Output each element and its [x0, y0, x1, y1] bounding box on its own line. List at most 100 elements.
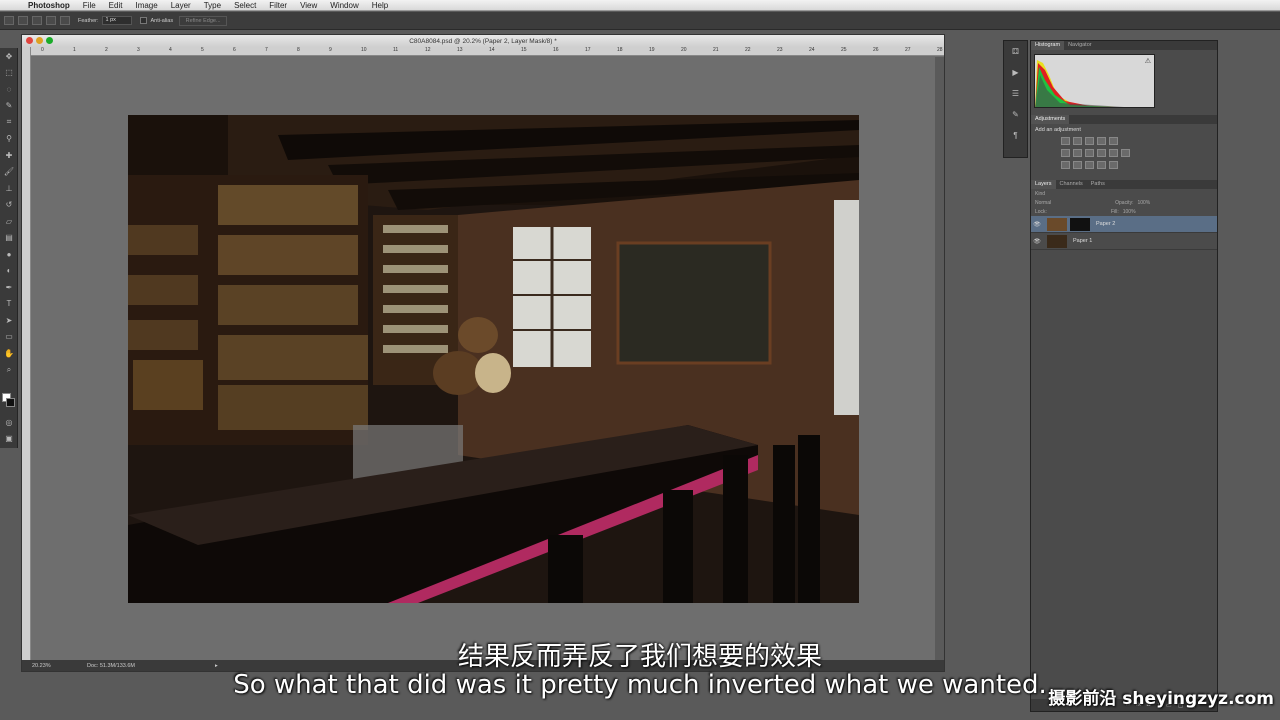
menu-filter[interactable]: Filter [269, 1, 287, 10]
lasso-tool-icon[interactable]: ◌ [0, 81, 18, 98]
kind-filter-select[interactable]: Kind [1035, 191, 1045, 197]
vertical-scrollbar[interactable] [935, 57, 944, 661]
collapsed-panel-strip: ⚃ ▶ ☰ ✎ ¶ [1003, 40, 1028, 158]
exposure-icon[interactable] [1097, 137, 1106, 145]
tab-adjustments[interactable]: Adjustments [1031, 115, 1070, 124]
layer-thumbnail[interactable] [1047, 234, 1067, 248]
zoom-window-button[interactable] [46, 37, 53, 44]
bar-photo[interactable] [128, 115, 859, 603]
add-selection-icon[interactable] [32, 16, 42, 25]
quick-select-tool-icon[interactable]: ✎ [0, 98, 18, 115]
hue-saturation-icon[interactable] [1061, 149, 1070, 157]
ruler-tick-label: 7 [265, 47, 268, 53]
threshold-icon[interactable] [1085, 161, 1094, 169]
tab-layers[interactable]: Layers [1031, 180, 1056, 189]
menu-help[interactable]: Help [372, 1, 388, 10]
actions-panel-icon[interactable]: ▶ [1004, 62, 1027, 83]
stamp-tool-icon[interactable]: ⊥ [0, 180, 18, 197]
background-color-swatch[interactable] [6, 398, 15, 407]
brush-tool-icon[interactable]: 🖌 [0, 164, 18, 181]
minimize-window-button[interactable] [36, 37, 43, 44]
warning-icon[interactable]: ⚠ [1145, 57, 1151, 65]
posterize-icon[interactable] [1073, 161, 1082, 169]
vibrance-icon[interactable] [1109, 137, 1118, 145]
ruler-tick-label: 25 [841, 47, 847, 53]
layer-thumbnail[interactable] [1047, 217, 1067, 231]
paragraph-panel-icon[interactable]: ¶ [1004, 125, 1027, 146]
ruler-tick-label: 27 [905, 47, 911, 53]
blur-tool-icon[interactable]: ● [0, 246, 18, 263]
menu-file[interactable]: File [83, 1, 96, 10]
color-balance-icon[interactable] [1073, 149, 1082, 157]
path-select-tool-icon[interactable]: ➤ [0, 312, 18, 329]
ruler-tick-label: 12 [425, 47, 431, 53]
layer-row[interactable]: 👁 Paper 1 [1031, 233, 1217, 250]
tab-navigator[interactable]: Navigator [1064, 41, 1096, 50]
tab-paths[interactable]: Paths [1087, 180, 1109, 189]
layer-mask-thumbnail[interactable] [1070, 217, 1090, 231]
menu-select[interactable]: Select [234, 1, 256, 10]
opacity-input[interactable]: 100% [1137, 200, 1150, 206]
layer-row[interactable]: 👁 Paper 2 [1031, 216, 1217, 233]
refine-edge-button[interactable]: Refine Edge... [179, 15, 228, 26]
invert-icon[interactable] [1061, 161, 1070, 169]
marquee-tool-icon[interactable]: ⬚ [0, 65, 18, 82]
lasso-preset-icon[interactable] [4, 16, 14, 25]
shape-tool-icon[interactable]: ▭ [0, 329, 18, 346]
eyedropper-tool-icon[interactable]: ⚲ [0, 131, 18, 148]
menu-type[interactable]: Type [204, 1, 221, 10]
menu-edit[interactable]: Edit [109, 1, 123, 10]
close-window-button[interactable] [26, 37, 33, 44]
menu-view[interactable]: View [300, 1, 317, 10]
brightness-icon[interactable] [1061, 137, 1070, 145]
history-panel-icon[interactable]: ⚃ [1004, 41, 1027, 62]
antialias-checkbox[interactable] [140, 17, 148, 24]
ruler-tick-label: 4 [169, 47, 172, 53]
curves-icon[interactable] [1085, 137, 1094, 145]
feather-input[interactable]: 1 px [102, 16, 133, 25]
color-lookup-icon[interactable] [1121, 149, 1130, 157]
new-selection-icon[interactable] [18, 16, 28, 25]
gradient-tool-icon[interactable]: ▤ [0, 230, 18, 247]
document-title-bar[interactable]: C80A8084.psd @ 20.2% (Paper 2, Layer Mas… [22, 35, 944, 47]
eraser-tool-icon[interactable]: ▱ [0, 213, 18, 230]
gradient-map-icon[interactable] [1097, 161, 1106, 169]
subtract-selection-icon[interactable] [46, 16, 56, 25]
layer-name[interactable]: Paper 1 [1073, 238, 1092, 244]
healing-tool-icon[interactable]: ✚ [0, 147, 18, 164]
pen-tool-icon[interactable]: ✒ [0, 279, 18, 296]
hand-tool-icon[interactable]: ✋ [0, 345, 18, 362]
menu-image[interactable]: Image [135, 1, 157, 10]
tab-channels[interactable]: Channels [1056, 180, 1087, 189]
selective-color-icon[interactable] [1109, 161, 1118, 169]
brush-presets-icon[interactable]: ☰ [1004, 83, 1027, 104]
canvas-area[interactable] [31, 57, 935, 661]
channel-mixer-icon[interactable] [1109, 149, 1118, 157]
screen-mode-icon[interactable]: ▣ [0, 430, 18, 447]
tool-presets-icon[interactable]: ✎ [1004, 104, 1027, 125]
menu-layer[interactable]: Layer [171, 1, 191, 10]
move-tool-icon[interactable]: ✥ [0, 48, 18, 65]
horizontal-ruler[interactable]: 0 1 2 3 4 5 6 7 8 9 10 11 12 13 14 15 16 17 18 19 20 21 22 23 24… [31, 47, 944, 56]
photo-filter-icon[interactable] [1097, 149, 1106, 157]
blend-mode-select[interactable]: Normal [1035, 200, 1051, 206]
vertical-ruler[interactable] [22, 47, 31, 661]
black-white-icon[interactable] [1085, 149, 1094, 157]
levels-icon[interactable] [1073, 137, 1082, 145]
layer-name[interactable]: Paper 2 [1096, 221, 1115, 227]
history-brush-tool-icon[interactable]: ↺ [0, 197, 18, 214]
tab-histogram[interactable]: Histogram [1031, 41, 1065, 50]
fill-input[interactable]: 100% [1123, 209, 1136, 215]
quick-mask-icon[interactable]: ◎ [0, 414, 18, 431]
crop-tool-icon[interactable]: ⌗ [0, 114, 18, 131]
visibility-eye-icon[interactable]: 👁 [1031, 221, 1043, 228]
ruler-tick-label: 14 [489, 47, 495, 53]
dodge-tool-icon[interactable]: ◐ [0, 263, 18, 280]
visibility-eye-icon[interactable]: 👁 [1031, 238, 1043, 245]
menu-app-name[interactable]: Photoshop [28, 1, 70, 10]
ruler-tick-label: 15 [521, 47, 527, 53]
zoom-tool-icon[interactable]: ⌕ [0, 362, 18, 379]
menu-window[interactable]: Window [330, 1, 358, 10]
type-tool-icon[interactable]: T [0, 296, 18, 313]
intersect-selection-icon[interactable] [60, 16, 70, 25]
